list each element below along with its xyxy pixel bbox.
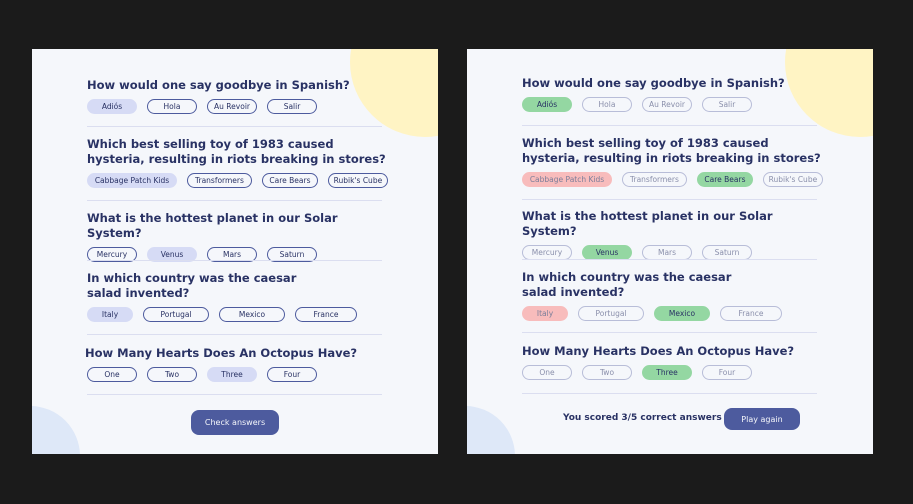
answer-option: Portugal xyxy=(578,306,644,321)
question-title: In which country was the caesar salad in… xyxy=(522,270,732,299)
question-4: In which country was the caesar salad in… xyxy=(522,270,822,321)
question-1: How would one say goodbye in Spanish? Ad… xyxy=(522,76,822,112)
question-3: What is the hottest planet in our Solar … xyxy=(87,211,387,262)
question-title: How would one say goodbye in Spanish? xyxy=(87,78,350,92)
divider xyxy=(522,393,817,394)
question-1: How would one say goodbye in Spanish? Ad… xyxy=(87,78,387,114)
divider xyxy=(87,126,382,127)
answer-option: Salir xyxy=(702,97,752,112)
answer-option-correct: Venus xyxy=(582,245,632,260)
question-4: In which country was the caesar salad in… xyxy=(87,271,387,322)
answer-option[interactable]: Three xyxy=(207,367,257,382)
check-answers-button[interactable]: Check answers xyxy=(191,410,279,435)
divider xyxy=(522,332,817,333)
decorative-blob-blue xyxy=(32,406,80,454)
answer-option: Two xyxy=(582,365,632,380)
answer-option[interactable]: Two xyxy=(147,367,197,382)
question-title: In which country was the caesar salad in… xyxy=(87,271,297,300)
question-title: How would one say goodbye in Spanish? xyxy=(522,76,785,90)
answer-option: Four xyxy=(702,365,752,380)
question-title: How Many Hearts Does An Octopus Have? xyxy=(522,344,795,358)
answer-option[interactable]: Hola xyxy=(147,99,197,114)
decorative-blob-blue xyxy=(467,406,515,454)
answer-option: Rubik's Cube xyxy=(762,172,823,187)
answer-option[interactable]: Care Bears xyxy=(261,173,318,188)
question-title: Which best selling toy of 1983 caused hy… xyxy=(522,136,821,165)
divider xyxy=(522,259,817,260)
answer-option[interactable]: Adiós xyxy=(87,99,137,114)
question-2: Which best selling toy of 1983 caused hy… xyxy=(87,137,388,188)
divider xyxy=(522,125,817,126)
answer-option-wrong: Cabbage Patch Kids xyxy=(522,172,612,187)
answer-option[interactable]: France xyxy=(295,307,357,322)
score-text: You scored 3/5 correct answers xyxy=(563,413,722,423)
answer-option[interactable]: One xyxy=(87,367,137,382)
divider xyxy=(87,394,382,395)
answer-option: Mars xyxy=(642,245,692,260)
answer-option: France xyxy=(720,306,782,321)
answer-option[interactable]: Transformers xyxy=(187,173,252,188)
question-title: Which best selling toy of 1983 caused hy… xyxy=(87,137,386,166)
answer-option: Saturn xyxy=(702,245,752,260)
divider xyxy=(87,200,382,201)
question-3: What is the hottest planet in our Solar … xyxy=(522,209,822,260)
answer-option: Au Revoir xyxy=(642,97,692,112)
divider xyxy=(87,334,382,335)
question-title: What is the hottest planet in our Solar … xyxy=(522,209,773,238)
answer-option[interactable]: Italy xyxy=(87,307,133,322)
answer-option[interactable]: Portugal xyxy=(143,307,209,322)
answer-option-correct: Care Bears xyxy=(696,172,753,187)
answer-option[interactable]: Four xyxy=(267,367,317,382)
answer-option-correct: Mexico xyxy=(654,306,710,321)
quiz-panel-results: How would one say goodbye in Spanish? Ad… xyxy=(467,49,873,454)
answer-option: Mercury xyxy=(522,245,572,260)
answer-option-wrong: Italy xyxy=(522,306,568,321)
question-5: How Many Hearts Does An Octopus Have? On… xyxy=(85,346,385,382)
answer-option[interactable]: Mexico xyxy=(219,307,285,322)
quiz-panel-answering: How would one say goodbye in Spanish? Ad… xyxy=(32,49,438,454)
answer-option[interactable]: Au Revoir xyxy=(207,99,257,114)
divider xyxy=(87,260,382,261)
question-2: Which best selling toy of 1983 caused hy… xyxy=(522,136,823,187)
answer-option: One xyxy=(522,365,572,380)
answer-option-correct: Three xyxy=(642,365,692,380)
answer-option-correct: Adiós xyxy=(522,97,572,112)
question-5: How Many Hearts Does An Octopus Have? On… xyxy=(522,344,822,380)
question-title: What is the hottest planet in our Solar … xyxy=(87,211,338,240)
answer-option: Transformers xyxy=(622,172,687,187)
play-again-button[interactable]: Play again xyxy=(724,408,800,430)
answer-option[interactable]: Salir xyxy=(267,99,317,114)
answer-option[interactable]: Cabbage Patch Kids xyxy=(87,173,177,188)
divider xyxy=(522,199,817,200)
answer-option[interactable]: Rubik's Cube xyxy=(327,173,388,188)
answer-option: Hola xyxy=(582,97,632,112)
question-title: How Many Hearts Does An Octopus Have? xyxy=(85,346,358,360)
